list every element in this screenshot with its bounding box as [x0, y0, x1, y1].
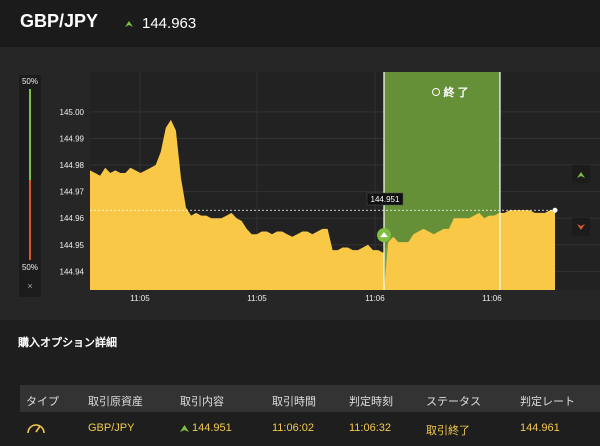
- col-status: ステータス: [426, 396, 481, 408]
- y-tick-label: 144.94: [60, 267, 85, 276]
- row-judge-time: 11:06:32: [349, 422, 392, 434]
- window-end-label: 終 了: [443, 85, 468, 99]
- down-arrow-icon: [577, 223, 585, 230]
- col-content: 取引内容: [180, 396, 224, 408]
- purchase-details-title: 購入オプション詳細: [18, 337, 117, 349]
- x-tick-label: 11:06: [365, 294, 385, 303]
- up-arrow-icon: [577, 171, 585, 178]
- low-button[interactable]: [572, 218, 590, 236]
- table-header: タイプ 取引原資産 取引内容 取引時間 判定時刻 ステータス 判定レート: [20, 385, 600, 412]
- col-rate: 判定レート: [520, 396, 575, 408]
- row-content: 144.951: [180, 422, 232, 434]
- y-tick-label: 145.00: [60, 108, 85, 117]
- x-tick-label: 11:05: [130, 294, 150, 303]
- entry-rate-label: 144.951: [371, 195, 400, 204]
- row-content-value: 144.951: [192, 422, 232, 434]
- row-asset: GBP/JPY: [88, 422, 135, 434]
- col-judge-time: 判定時刻: [349, 396, 393, 408]
- row-status: 取引終了: [426, 425, 470, 437]
- table-row: GBP/JPY 144.951 11:06:02 11:06:32 取引終了 1…: [20, 412, 600, 445]
- high-button[interactable]: [572, 165, 590, 183]
- x-tick-label: 11:06: [482, 294, 502, 303]
- y-tick-label: 144.98: [60, 161, 85, 170]
- col-trade-time: 取引時間: [272, 396, 316, 408]
- y-tick-label: 144.95: [60, 241, 85, 250]
- col-asset: 取引原資産: [88, 396, 143, 408]
- row-rate: 144.961: [520, 422, 560, 434]
- y-tick-label: 144.99: [60, 134, 85, 143]
- x-tick-label: 11:05: [247, 294, 267, 303]
- col-type: タイプ: [26, 396, 59, 408]
- row-trade-time: 11:06:02: [272, 422, 315, 434]
- y-tick-label: 144.97: [60, 188, 85, 197]
- current-rate-dot: [552, 207, 558, 213]
- y-tick-label: 144.96: [60, 214, 85, 223]
- gauge-icon: [26, 419, 46, 438]
- price-chart: 145.00 144.99 144.98 144.97 144.96 144.95 144.…: [60, 72, 600, 303]
- up-arrow-icon: [180, 425, 189, 433]
